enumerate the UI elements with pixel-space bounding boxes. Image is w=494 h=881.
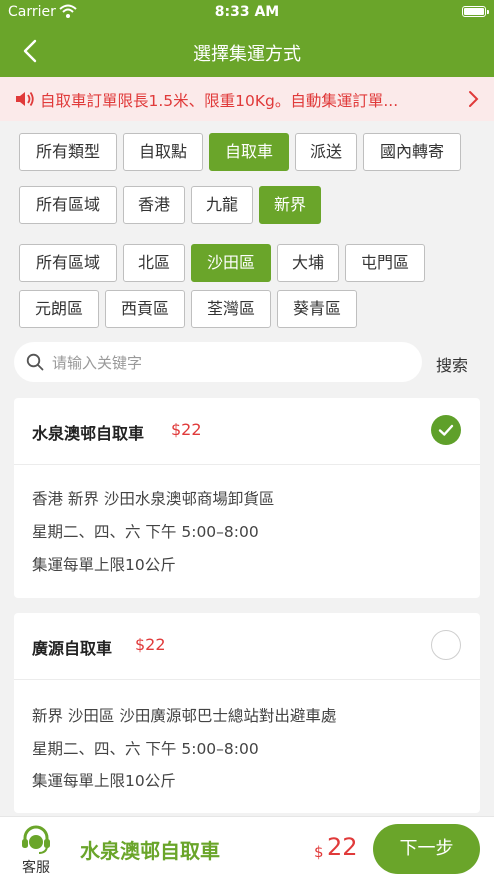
district-chip-yuen-long[interactable]: 元朗區	[19, 290, 99, 328]
option-price: $22	[135, 635, 166, 654]
search-bar	[14, 342, 422, 382]
customer-service-label: 客服	[22, 860, 50, 876]
type-chip-delivery[interactable]: 派送	[295, 133, 357, 171]
option-limit: 集運每單上限10公斤	[32, 772, 176, 790]
headset-icon	[22, 825, 50, 854]
unselected-radio[interactable]	[431, 630, 461, 660]
district-chip-sha-tin[interactable]: 沙田區	[191, 244, 271, 282]
selected-radio[interactable]	[431, 415, 461, 445]
option-hours: 星期二、四、六 下午 5:00–8:00	[32, 740, 259, 758]
customer-service-button[interactable]: 客服	[14, 821, 58, 877]
district-chip-all[interactable]: 所有區域	[19, 244, 117, 282]
option-name: 廣源自取車	[32, 639, 113, 658]
district-chip-kwai-tsing[interactable]: 葵青區	[277, 290, 357, 328]
card-header: 廣源自取車 $22	[14, 613, 480, 680]
region-chip-kowloon[interactable]: 九龍	[191, 186, 253, 224]
option-address: 香港 新界 沙田水泉澳邨商場卸貨區	[32, 490, 275, 508]
speaker-icon	[16, 91, 34, 107]
selected-option-name: 水泉澳邨自取車	[80, 839, 220, 863]
battery-icon	[462, 6, 489, 17]
notice-text: 自取車訂單限長1.5米、限重10Kg。自動集運訂單...	[40, 92, 399, 110]
district-chip-tuen-mun[interactable]: 屯門區	[345, 244, 425, 282]
option-price: $22	[171, 420, 202, 439]
check-icon	[438, 424, 454, 436]
district-chip-north[interactable]: 北區	[123, 244, 185, 282]
region-chip-hong-kong[interactable]: 香港	[123, 186, 185, 224]
search-button[interactable]: 搜索	[436, 352, 468, 376]
search-icon	[26, 353, 44, 371]
header: Carrier 8:33 AM 選擇集運方式	[0, 0, 494, 77]
bottom-bar: 客服 水泉澳邨自取車 $ 22 下一步	[0, 816, 494, 881]
currency-symbol: $	[314, 843, 324, 861]
next-step-button[interactable]: 下一步	[373, 824, 480, 874]
type-chip-pickup-truck[interactable]: 自取車	[209, 133, 289, 171]
pickup-option-card[interactable]: 廣源自取車 $22 新界 沙田區 沙田廣源邨巴士總站對出避車處 星期二、四、六 …	[14, 613, 480, 813]
option-limit: 集運每單上限10公斤	[32, 556, 176, 574]
district-chip-tsuen-wan[interactable]: 荃灣區	[191, 290, 271, 328]
total-amount: 22	[327, 833, 358, 861]
district-chip-tai-po[interactable]: 大埔	[277, 244, 339, 282]
type-chip-pickup-point[interactable]: 自取點	[123, 133, 203, 171]
option-name: 水泉澳邨自取車	[32, 424, 145, 443]
status-bar: Carrier 8:33 AM	[0, 0, 494, 26]
clock: 8:33 AM	[214, 4, 280, 20]
card-header: 水泉澳邨自取車 $22	[14, 398, 480, 465]
region-chip-all[interactable]: 所有區域	[19, 186, 117, 224]
pickup-option-card[interactable]: 水泉澳邨自取車 $22 香港 新界 沙田水泉澳邨商場卸貨區 星期二、四、六 下午…	[14, 398, 480, 598]
option-address: 新界 沙田區 沙田廣源邨巴士總站對出避車處	[32, 707, 337, 725]
type-chip-domestic-forward[interactable]: 國內轉寄	[363, 133, 461, 171]
search-input[interactable]	[50, 348, 414, 378]
page-title: 選擇集運方式	[193, 44, 301, 65]
option-hours: 星期二、四、六 下午 5:00–8:00	[32, 523, 259, 541]
type-chip-all[interactable]: 所有類型	[19, 133, 117, 171]
notice-banner[interactable]: 自取車訂單限長1.5米、限重10Kg。自動集運訂單...	[0, 77, 494, 121]
district-chip-sai-kung[interactable]: 西貢區	[105, 290, 185, 328]
chevron-right-icon	[469, 91, 479, 107]
region-chip-new-territories[interactable]: 新界	[259, 186, 321, 224]
